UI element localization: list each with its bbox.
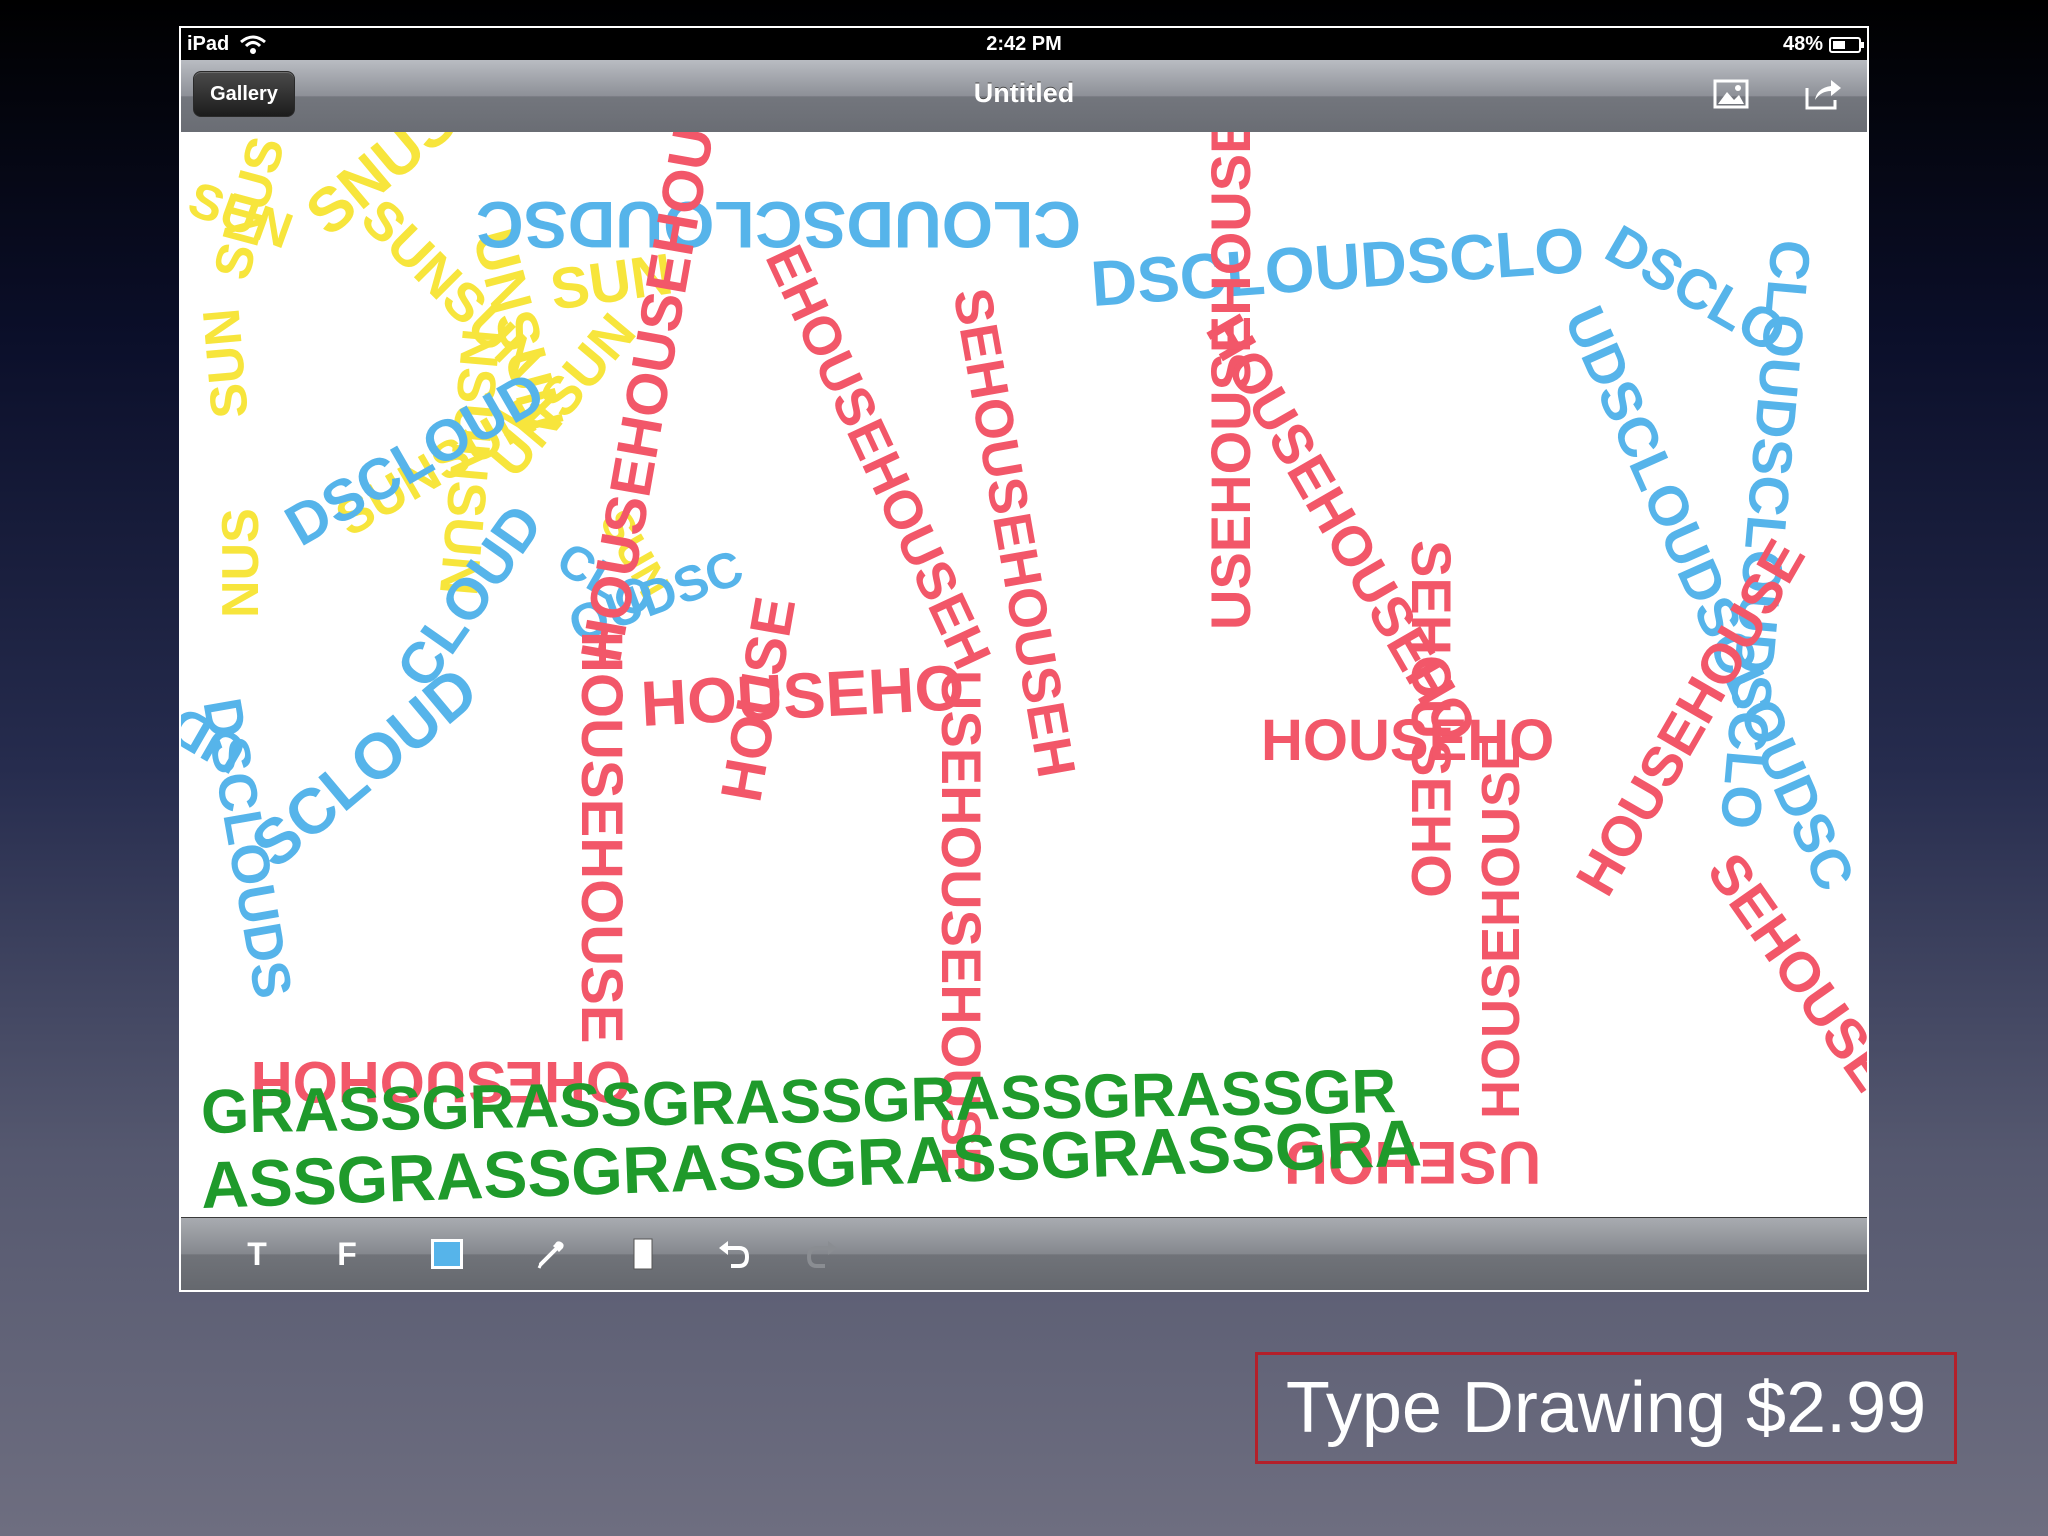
color-swatch: [431, 1239, 463, 1269]
eraser-button[interactable]: [621, 1232, 665, 1276]
house-word: USEHOUSEHOUSE: [1199, 132, 1262, 630]
eraser-icon: [633, 1238, 653, 1270]
cloud-word: CLOUDSCLOUDSC: [476, 188, 1081, 262]
color-swatch-button[interactable]: [425, 1232, 469, 1276]
clock: 2:42 PM: [986, 33, 1062, 55]
ipad-screen: iPad 2:42 PM 48% Gallery Untitled SUN SN…: [179, 26, 1869, 1292]
price-caption: Type Drawing $2.99: [1255, 1352, 1957, 1464]
cloud-word: SCLOUD: [237, 652, 492, 882]
redo-button[interactable]: [801, 1232, 845, 1276]
eyedropper-button[interactable]: [529, 1232, 573, 1276]
document-title: Untitled: [973, 78, 1075, 108]
redo-icon: [806, 1241, 837, 1268]
undo-icon: [719, 1241, 750, 1268]
image-icon[interactable]: [1709, 74, 1753, 114]
cloud-word: DSCLOUDSCLO: [1088, 213, 1587, 320]
undo-button[interactable]: [711, 1232, 755, 1276]
battery-icon: [1829, 36, 1864, 53]
eyedropper-icon: [537, 1241, 564, 1269]
text-tool-button[interactable]: T: [235, 1232, 279, 1276]
nav-bar: Gallery Untitled: [181, 60, 1867, 133]
font-tool-button[interactable]: F: [325, 1232, 369, 1276]
sun-word: NUS: [212, 508, 270, 618]
bottom-toolbar: T F: [181, 1217, 1867, 1290]
status-bar: iPad 2:42 PM 48%: [181, 28, 1867, 60]
share-icon[interactable]: [1801, 74, 1845, 114]
house-word: HOUSEHO: [639, 651, 967, 740]
house-word: HOUSEHOUSE: [569, 631, 634, 1044]
house-word: HOUSEHOUSE: [1471, 734, 1531, 1119]
battery-percent: 48%: [1782, 33, 1823, 55]
sun-word: SUN: [192, 306, 260, 421]
drawing-canvas[interactable]: SUN SNUS SUNSUN UNSUN SUN NSUNSUN UNSUN …: [181, 132, 1867, 1222]
